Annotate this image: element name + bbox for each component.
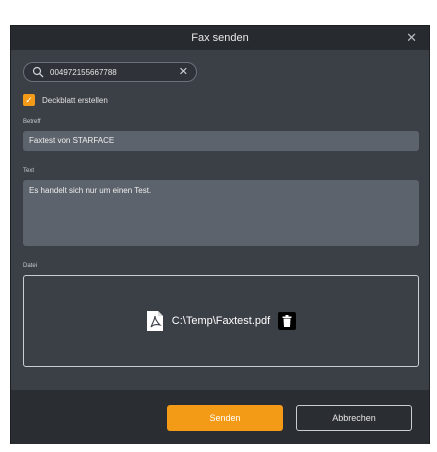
subject-label: Betreff — [23, 119, 41, 125]
fax-dialog: Fax senden ✕ ✕ ✓ Deckblatt erstellen Bet… — [10, 25, 430, 444]
dialog-titlebar: Fax senden ✕ — [11, 26, 429, 50]
file-name: C:\Temp\Faxtest.pdf — [171, 315, 271, 327]
search-field[interactable]: ✕ — [23, 62, 197, 82]
cancel-button[interactable]: Abbrechen — [296, 405, 412, 431]
trash-icon[interactable] — [278, 312, 297, 330]
text-area[interactable]: Es handelt sich nur um einen Test. — [23, 180, 419, 246]
pdf-file-icon — [146, 311, 163, 331]
subject-field[interactable]: Faxtest von STARFACE — [23, 131, 419, 151]
trash-glyph — [282, 315, 292, 327]
dialog-footer: Senden Abbrechen — [11, 390, 429, 444]
file-dropzone[interactable]: C:\Temp\Faxtest.pdf — [23, 275, 419, 367]
clear-icon[interactable]: ✕ — [179, 66, 188, 78]
cover-page-option[interactable]: ✓ Deckblatt erstellen — [23, 94, 108, 106]
text-label: Text — [23, 168, 35, 174]
search-icon — [32, 66, 44, 78]
dialog-title: Fax senden — [191, 32, 249, 44]
search-input[interactable] — [50, 67, 179, 77]
close-icon[interactable]: ✕ — [406, 30, 417, 46]
cover-page-label: Deckblatt erstellen — [42, 95, 108, 105]
cover-page-checkbox[interactable]: ✓ — [23, 94, 35, 106]
send-button[interactable]: Senden — [167, 405, 283, 431]
file-label: Datei — [23, 263, 38, 269]
